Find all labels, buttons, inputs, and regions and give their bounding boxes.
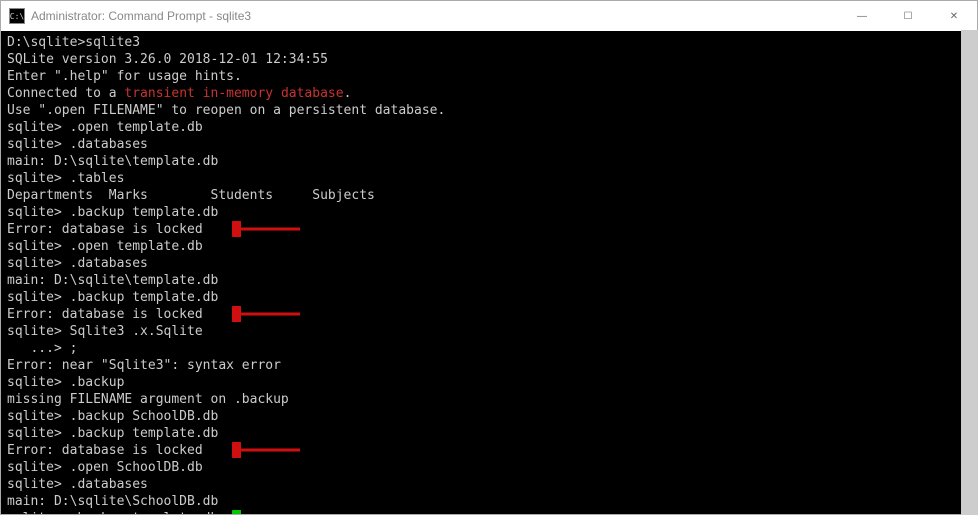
scrollbar[interactable]	[961, 30, 978, 515]
terminal-content: D:\sqlite>sqlite3SQLite version 3.26.0 2…	[7, 34, 971, 514]
terminal-line: Error: near "Sqlite3": syntax error	[7, 357, 971, 374]
terminal-line: sqlite> .databases	[7, 136, 971, 153]
scroll-thumb[interactable]	[961, 30, 978, 515]
terminal-line: sqlite> .backup template.db	[7, 510, 971, 514]
terminal-line: ...> ;	[7, 340, 971, 357]
terminal-line: sqlite> .open template.db	[7, 119, 971, 136]
terminal-line: sqlite> .open template.db	[7, 238, 971, 255]
terminal-line: sqlite> .backup SchoolDB.db	[7, 408, 971, 425]
terminal-line: sqlite> .open SchoolDB.db	[7, 459, 971, 476]
terminal-line: sqlite> .backup template.db	[7, 425, 971, 442]
terminal-line: D:\sqlite>sqlite3	[7, 34, 971, 51]
terminal-line: sqlite> .tables	[7, 170, 971, 187]
terminal-line: main: D:\sqlite\SchoolDB.db	[7, 493, 971, 510]
terminal-line: sqlite> .databases	[7, 255, 971, 272]
terminal-line: sqlite> .backup	[7, 374, 971, 391]
minimize-button[interactable]: —	[839, 1, 885, 31]
terminal-area[interactable]: D:\sqlite>sqlite3SQLite version 3.26.0 2…	[1, 31, 977, 514]
cmd-icon: C:\	[9, 8, 25, 24]
terminal-line: sqlite> .backup template.db	[7, 289, 971, 306]
terminal-line: sqlite> .backup template.db	[7, 204, 971, 221]
maximize-button[interactable]: ☐	[885, 1, 931, 31]
highlight-text: transient in-memory database	[124, 86, 343, 101]
close-button[interactable]: ✕	[931, 1, 977, 31]
terminal-line: SQLite version 3.26.0 2018-12-01 12:34:5…	[7, 51, 971, 68]
cmd-window: C:\ Administrator: Command Prompt - sqli…	[0, 0, 978, 515]
terminal-line: Connected to a transient in-memory datab…	[7, 85, 971, 102]
window-title: Administrator: Command Prompt - sqlite3	[31, 9, 839, 23]
terminal-line: Error: database is locked	[7, 221, 971, 238]
terminal-line: sqlite> .databases	[7, 476, 971, 493]
terminal-line: main: D:\sqlite\template.db	[7, 272, 971, 289]
terminal-line: Enter ".help" for usage hints.	[7, 68, 971, 85]
terminal-line: sqlite> Sqlite3 .x.Sqlite	[7, 323, 971, 340]
terminal-line: Error: database is locked	[7, 306, 971, 323]
terminal-line: Use ".open FILENAME" to reopen on a pers…	[7, 102, 971, 119]
titlebar: C:\ Administrator: Command Prompt - sqli…	[1, 1, 977, 31]
terminal-line: missing FILENAME argument on .backup	[7, 391, 971, 408]
terminal-line: main: D:\sqlite\template.db	[7, 153, 971, 170]
terminal-line: Departments Marks Students Subjects	[7, 187, 971, 204]
terminal-line: Error: database is locked	[7, 442, 971, 459]
window-controls: — ☐ ✕	[839, 1, 977, 31]
